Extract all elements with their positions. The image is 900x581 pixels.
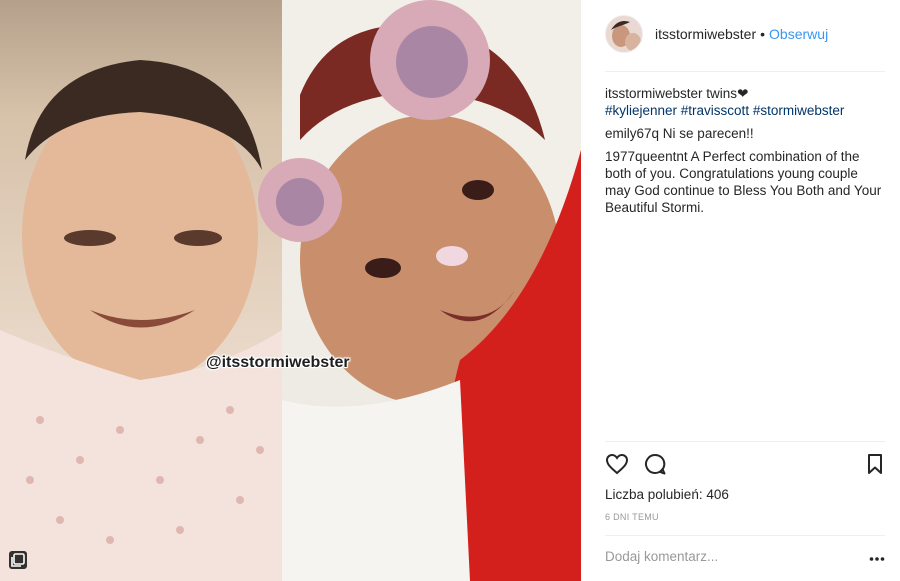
more-icon[interactable] (869, 552, 885, 564)
post-date: 6 DNI TEMU (605, 512, 659, 522)
comment-text: twins (706, 86, 738, 101)
photo-illustration (0, 0, 581, 581)
multiple-photos-icon (8, 550, 28, 570)
comment-username[interactable]: emily67q (605, 126, 659, 141)
comment-username[interactable]: 1977queentnt (605, 149, 688, 164)
caption-comment: itsstormiwebster twins❤ #kyliejenner #tr… (605, 85, 883, 119)
header-divider (605, 71, 885, 72)
photo-watermark: @itsstormiwebster (206, 354, 350, 371)
list-item: 1977queentnt A Perfect combination of th… (605, 148, 883, 216)
caption-hashtags[interactable]: #kyliejenner #travisscott #stormiwebster (605, 103, 844, 118)
post-photo[interactable]: @itsstormiwebster (0, 0, 581, 581)
avatar[interactable] (605, 15, 643, 53)
header-separator: • (760, 26, 766, 42)
likes-count[interactable]: Liczba polubień: 406 (605, 487, 729, 502)
post-sidebar: itsstormiwebster • Obserwuj itsstormiweb… (581, 0, 900, 581)
actions-divider (605, 441, 885, 442)
follow-button[interactable]: Obserwuj (769, 26, 828, 42)
heart-emoji: ❤ (737, 86, 749, 101)
action-bar (605, 452, 885, 478)
comment-text: Ni se parecen!! (662, 126, 754, 141)
add-comment-input[interactable]: Dodaj komentarz... (605, 549, 718, 564)
comment-divider (605, 535, 885, 536)
post-header: itsstormiwebster • Obserwuj (605, 14, 865, 54)
header-username[interactable]: itsstormiwebster (655, 26, 756, 42)
comments-list: itsstormiwebster twins❤ #kyliejenner #tr… (605, 85, 883, 219)
save-icon[interactable] (863, 452, 887, 476)
like-icon[interactable] (605, 452, 629, 476)
list-item: emily67q Ni se parecen!! (605, 125, 883, 142)
comment-icon[interactable] (643, 452, 667, 476)
comment-username[interactable]: itsstormiwebster (605, 86, 703, 101)
